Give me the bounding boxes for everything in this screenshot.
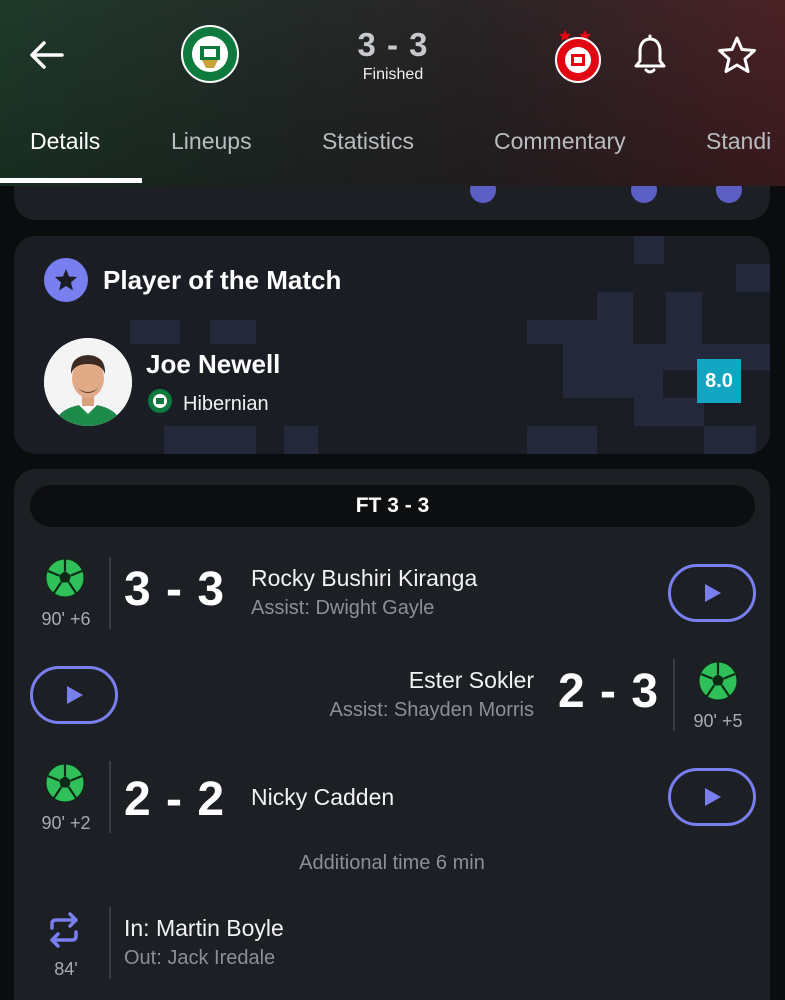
goal-assist: Assist: Shayden Morris xyxy=(329,699,534,721)
play-icon xyxy=(705,788,721,806)
soccer-ball-icon xyxy=(45,763,85,803)
player-name: Joe Newell xyxy=(146,349,281,379)
goal-scorer: Ester Sokler xyxy=(408,667,534,693)
soccer-ball-icon xyxy=(45,558,85,598)
match-events-card: FT 3 - 3 90' +6 3 - 3 Rocky Bushiri Kira… xyxy=(14,469,770,1000)
divider xyxy=(109,761,111,833)
play-icon xyxy=(705,584,721,602)
full-time-pill: FT 3 - 3 xyxy=(30,485,755,527)
event-score: 2 - 3 xyxy=(558,665,660,718)
away-team-crest[interactable] xyxy=(548,24,608,84)
arrow-left-icon xyxy=(30,41,64,69)
player-avatar[interactable] xyxy=(44,338,132,426)
bell-icon xyxy=(634,34,666,74)
goal-assist: Assist: Dwight Gayle xyxy=(251,597,435,619)
divider xyxy=(673,659,675,731)
soccer-ball-icon xyxy=(698,661,738,701)
event-minute: 84' xyxy=(54,959,78,979)
player-team-name: Hibernian xyxy=(183,393,269,415)
play-icon xyxy=(67,686,83,704)
tab-lineups[interactable]: Lineups xyxy=(171,128,252,155)
score-display: 3 - 3 Finished xyxy=(330,26,456,84)
full-time-label: FT 3 - 3 xyxy=(355,494,430,517)
tab-details[interactable]: Details xyxy=(30,128,100,155)
tab-standings[interactable]: Standi xyxy=(706,128,771,155)
sub-player-out: Out: Jack Iredale xyxy=(124,947,276,969)
sub-player-in: In: Martin Boyle xyxy=(124,915,284,941)
event-minute: 90' +2 xyxy=(41,813,91,833)
star-icon xyxy=(718,36,756,73)
goal-scorer: Rocky Bushiri Kiranga xyxy=(251,565,478,591)
match-score: 3 - 3 xyxy=(357,26,429,63)
event-score: 3 - 3 xyxy=(124,563,226,616)
play-highlight-button[interactable] xyxy=(30,666,118,724)
substitution-icon xyxy=(50,912,78,948)
event-minute: 90' +6 xyxy=(41,609,91,629)
tab-bar: Details Lineups Statistics Commentary St… xyxy=(0,118,785,186)
potm-title: Player of the Match xyxy=(103,265,342,295)
additional-time-label: Additional time 6 min xyxy=(299,852,485,874)
divider xyxy=(109,907,111,979)
home-team-crest[interactable] xyxy=(180,24,240,84)
potm-star-icon xyxy=(44,258,88,302)
notifications-button[interactable] xyxy=(630,34,670,76)
play-highlight-button[interactable] xyxy=(668,564,756,622)
back-button[interactable] xyxy=(24,32,70,78)
player-of-the-match-card[interactable]: Player of the Match Joe Newell Hibernian… xyxy=(14,236,770,454)
goal-scorer: Nicky Cadden xyxy=(251,784,395,810)
match-status: Finished xyxy=(362,66,424,83)
tab-commentary[interactable]: Commentary xyxy=(494,128,626,155)
player-rating-badge: 8.0 xyxy=(697,359,741,403)
favorite-button[interactable] xyxy=(716,34,758,76)
tab-statistics[interactable]: Statistics xyxy=(322,128,414,155)
divider xyxy=(109,557,111,629)
team-logo xyxy=(147,388,173,414)
play-highlight-button[interactable] xyxy=(668,768,756,826)
active-tab-indicator xyxy=(0,178,142,183)
event-minute: 90' +5 xyxy=(693,711,743,731)
match-header: 3 - 3 Finished Details Lineups Statistic… xyxy=(0,0,785,186)
event-score: 2 - 2 xyxy=(124,773,226,826)
